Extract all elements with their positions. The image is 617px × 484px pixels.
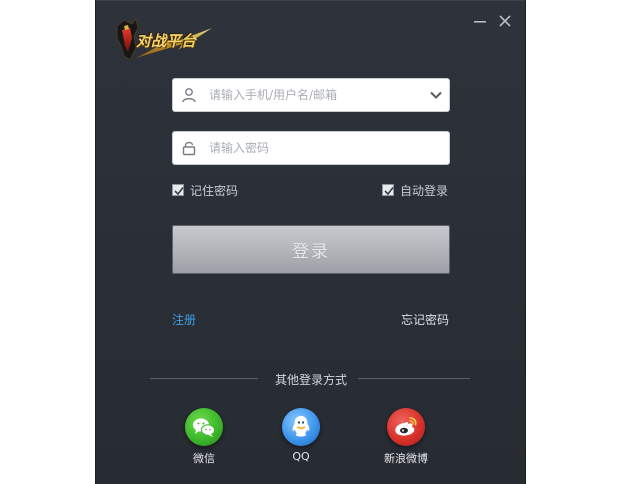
close-icon xyxy=(499,15,511,27)
window-top-border xyxy=(96,0,525,1)
wechat-badge[interactable] xyxy=(185,408,223,446)
checkmark-icon xyxy=(174,187,184,196)
auto-login-label[interactable]: 自动登录 xyxy=(400,182,448,199)
forgot-password-link[interactable]: 忘记密码 xyxy=(401,311,449,328)
auto-login-checkbox[interactable]: 自动登录 xyxy=(382,182,448,198)
weibo-badge[interactable] xyxy=(387,408,425,446)
weibo-icon xyxy=(395,417,417,436)
wechat-icon xyxy=(193,418,215,437)
username-input[interactable] xyxy=(209,85,409,105)
logo-text: 对战平台 xyxy=(136,32,197,50)
remember-password-checkbox[interactable]: 记住密码 xyxy=(172,182,238,198)
wechat-login-button[interactable]: 微信 xyxy=(174,408,234,466)
logo: 对战平台 xyxy=(114,16,218,64)
screen: 对战平台 请输入手机/用户名/邮箱 记住密码 自动登录 登录 注册 忘记密码 其… xyxy=(0,0,617,484)
checkmark-icon xyxy=(384,187,394,196)
other-login-title: 其他登录方式 xyxy=(274,373,347,387)
qq-icon xyxy=(292,416,310,437)
weibo-label[interactable]: 新浪微博 xyxy=(376,450,436,466)
password-field[interactable] xyxy=(172,131,450,165)
username-field[interactable] xyxy=(172,78,450,112)
login-button[interactable]: 登录 xyxy=(172,225,450,274)
qq-login-button[interactable]: QQ xyxy=(271,408,331,463)
password-input[interactable] xyxy=(209,138,409,158)
register-link[interactable]: 注册 xyxy=(172,311,196,328)
remember-password-box[interactable] xyxy=(172,184,184,196)
qq-badge[interactable] xyxy=(282,408,320,446)
remember-password-label[interactable]: 记住密码 xyxy=(190,182,238,199)
weibo-login-button[interactable]: 新浪微博 xyxy=(376,408,436,466)
divider-right xyxy=(358,378,470,379)
login-window: 对战平台 请输入手机/用户名/邮箱 记住密码 自动登录 登录 注册 忘记密码 其… xyxy=(95,0,526,484)
lock-icon xyxy=(182,141,196,156)
qq-label[interactable]: QQ xyxy=(271,450,331,463)
close-button[interactable] xyxy=(496,12,514,30)
user-icon xyxy=(182,88,196,103)
chevron-down-icon[interactable] xyxy=(429,88,443,102)
divider-left xyxy=(150,378,258,379)
minimize-button[interactable] xyxy=(471,12,489,30)
wechat-label[interactable]: 微信 xyxy=(174,450,234,466)
auto-login-box[interactable] xyxy=(382,184,394,196)
minimize-icon xyxy=(474,21,486,23)
